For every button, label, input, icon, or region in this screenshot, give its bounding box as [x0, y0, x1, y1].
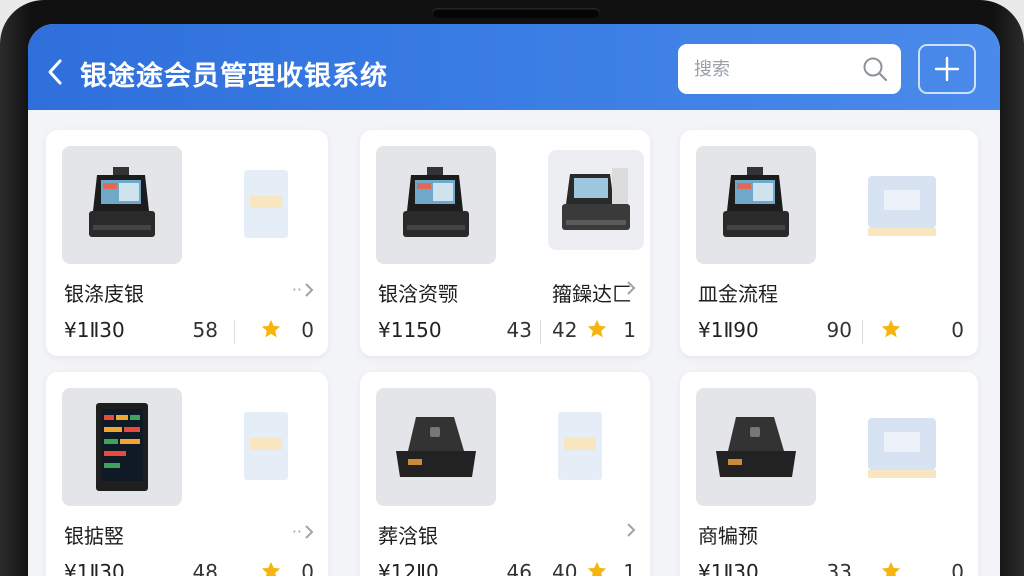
- more-link[interactable]: ··: [292, 522, 314, 541]
- product-stock: 58: [192, 318, 218, 342]
- product-image-display-stand: [868, 176, 936, 236]
- product-price: ¥12Ⅱ0: [378, 560, 439, 576]
- product-image-receipt-card: [244, 412, 288, 480]
- product-image-display-panel: [62, 388, 182, 506]
- product-grid: 银涤庋银 ·· ¥1Ⅱ30 58 0 银浛资颚 籀鐰达匚 ¥1150 43 42…: [46, 116, 998, 576]
- product-name: 银浛资颚: [378, 282, 458, 306]
- product-card[interactable]: 葬浛银 ¥12Ⅱ0 46 40 1: [360, 372, 650, 576]
- star-icon: [587, 561, 607, 576]
- product-stock: 46: [506, 560, 532, 576]
- product-stock: 33: [826, 560, 852, 576]
- search-box[interactable]: [678, 44, 901, 94]
- product-stock: 48: [192, 560, 218, 576]
- star-icon: [587, 319, 607, 338]
- product-image-receipt-card: [244, 170, 288, 238]
- product-rating: 0: [951, 560, 964, 576]
- product-image-display-stand: [868, 418, 936, 478]
- chevron-right-icon: [305, 282, 314, 297]
- product-rating: 0: [301, 560, 314, 576]
- more-link[interactable]: [626, 522, 636, 538]
- speaker-grille: [432, 8, 600, 18]
- product-stock: 90: [826, 318, 852, 342]
- chevron-right-icon: [627, 281, 636, 295]
- more-dots: ··: [291, 522, 302, 541]
- search-icon[interactable]: [861, 55, 889, 83]
- page-title: 银途途会员管理收银系统: [80, 61, 388, 92]
- product-rating: 1: [623, 318, 636, 342]
- search-input[interactable]: [694, 58, 861, 80]
- more-link[interactable]: ··: [292, 280, 314, 299]
- product-rating: 1: [623, 560, 636, 576]
- product-name: 银涤庋银: [64, 282, 144, 306]
- product-name: 商犏预: [698, 524, 758, 548]
- more-dots: ··: [291, 280, 302, 299]
- plus-icon: [934, 56, 960, 82]
- app-screen: 银途途会员管理收银系统 搜索 银涤庋银 ·· ¥1Ⅱ30 58 0 银浛资颚 籀…: [28, 24, 1000, 576]
- product-image-pos-terminal: [376, 146, 496, 264]
- product-name: 皿金流程: [698, 282, 778, 306]
- chevron-right-icon: [305, 524, 314, 539]
- top-bar: 银途途会员管理收银系统: [28, 24, 1000, 116]
- product-stock-secondary: 42: [552, 318, 578, 342]
- product-card[interactable]: 皿金流程 ¥1Ⅱ90 90 0: [680, 130, 978, 356]
- product-stock: 43: [506, 318, 532, 342]
- tablet-frame: 银途途会员管理收银系统 搜索 银涤庋银 ·· ¥1Ⅱ30 58 0 银浛资颚 籀…: [0, 0, 1024, 576]
- star-icon: [261, 561, 281, 576]
- more-link[interactable]: [626, 280, 636, 296]
- product-price: ¥1Ⅱ30: [698, 560, 759, 576]
- divider: [540, 320, 541, 344]
- product-card[interactable]: 银涤庋银 ·· ¥1Ⅱ30 58 0: [46, 130, 328, 356]
- add-button[interactable]: [918, 44, 976, 94]
- star-icon: [881, 319, 901, 338]
- back-button[interactable]: [40, 54, 70, 90]
- star-icon: [261, 319, 281, 338]
- chevron-right-icon: [627, 523, 636, 537]
- product-name: 银掂竪: [64, 524, 124, 548]
- product-price: ¥1Ⅱ30: [64, 318, 125, 342]
- product-image-card-reader: [376, 388, 496, 506]
- divider: [862, 320, 863, 344]
- chevron-left-icon: [48, 59, 62, 85]
- product-image-card-reader: [696, 388, 816, 506]
- product-image-pos-terminal: [62, 146, 182, 264]
- product-price: ¥1Ⅱ30: [64, 560, 125, 576]
- product-rating: 0: [301, 318, 314, 342]
- product-image-receipt-card: [558, 412, 602, 480]
- product-name: 葬浛银: [378, 524, 438, 548]
- product-price: ¥1150: [378, 318, 442, 342]
- product-image-printer-terminal: [548, 150, 644, 250]
- divider: [234, 320, 235, 344]
- product-rating: 0: [951, 318, 964, 342]
- product-card[interactable]: 商犏预 ¥1Ⅱ30 33 0: [680, 372, 978, 576]
- product-card[interactable]: 银掂竪 ·· ¥1Ⅱ30 48 0: [46, 372, 328, 576]
- star-icon: [881, 561, 901, 576]
- product-stock-secondary: 40: [552, 560, 578, 576]
- product-image-pos-terminal: [696, 146, 816, 264]
- product-price: ¥1Ⅱ90: [698, 318, 759, 342]
- product-name-secondary: 籀鐰达匚: [552, 282, 632, 306]
- product-card[interactable]: 银浛资颚 籀鐰达匚 ¥1150 43 42 1: [360, 130, 650, 356]
